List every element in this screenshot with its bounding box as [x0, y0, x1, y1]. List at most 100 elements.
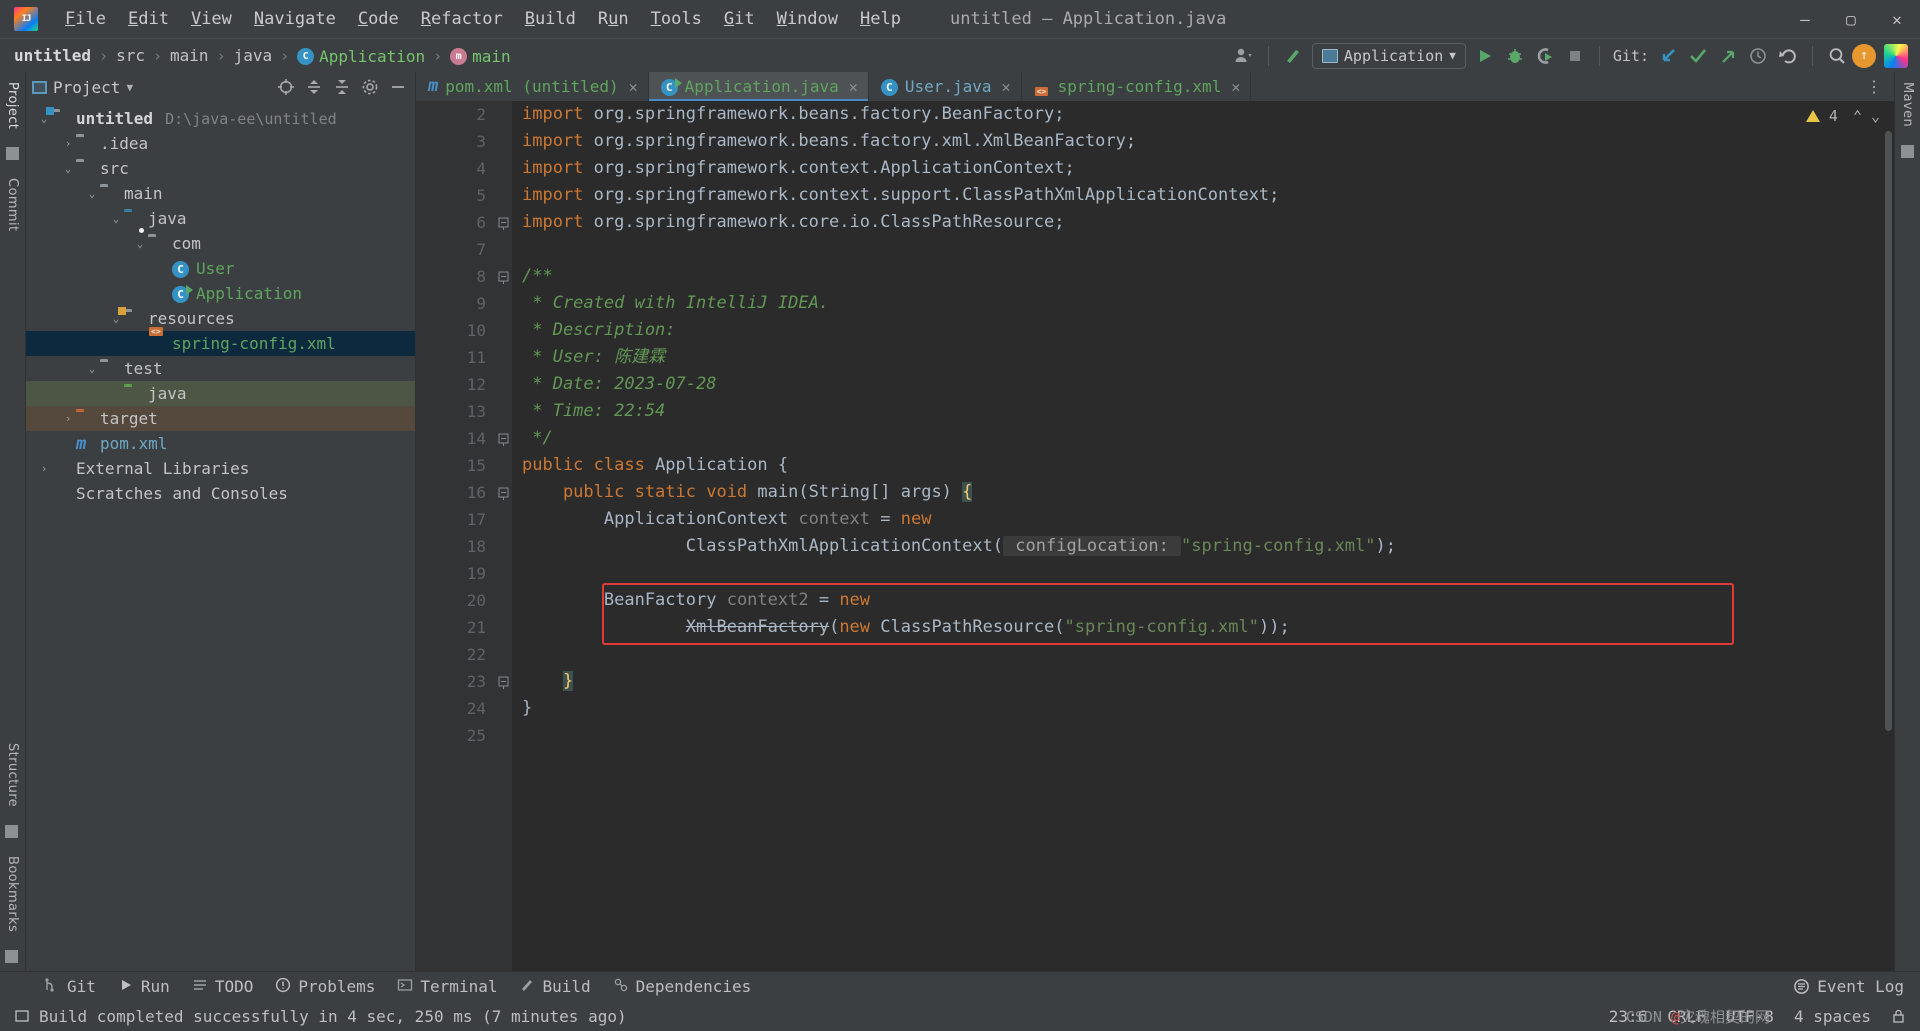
- code-line[interactable]: XmlBeanFactory(new ClassPathResource("sp…: [512, 614, 1894, 641]
- maximize-button[interactable]: ▢: [1828, 0, 1874, 38]
- tree-node-resources[interactable]: ⌄ resources: [26, 306, 415, 331]
- editor-vertical-scrollbar[interactable]: [1883, 101, 1894, 971]
- build-icon[interactable]: [1278, 43, 1308, 69]
- ide-avatar-icon[interactable]: [1884, 43, 1908, 68]
- menu-item-refactor[interactable]: Refactor: [410, 5, 514, 33]
- code-line[interactable]: import org.springframework.context.Appli…: [512, 155, 1894, 182]
- code-line[interactable]: * Created with IntelliJ IDEA.: [512, 290, 1894, 317]
- chevron-down-icon[interactable]: ▼: [126, 81, 133, 94]
- select-opened-file-icon[interactable]: [275, 76, 297, 98]
- tree-node-user[interactable]: C User: [26, 256, 415, 281]
- menu-item-tools[interactable]: Tools: [640, 5, 713, 33]
- code-line[interactable]: * Time: 22:54: [512, 398, 1894, 425]
- editor-tabs-options-icon[interactable]: ⋮: [1854, 72, 1894, 101]
- code-line[interactable]: }: [512, 695, 1894, 722]
- code-line[interactable]: * Date: 2023-07-28: [512, 371, 1894, 398]
- chevron-down-icon[interactable]: ⌄: [60, 162, 76, 175]
- debug-icon[interactable]: [1500, 43, 1530, 69]
- tool-window-button-git[interactable]: Git: [34, 974, 106, 1000]
- search-icon[interactable]: [1822, 43, 1852, 69]
- tool-window-button-dependencies[interactable]: Dependencies: [603, 974, 762, 1000]
- code-line[interactable]: import org.springframework.beans.factory…: [512, 128, 1894, 155]
- code-line[interactable]: [512, 722, 1894, 749]
- code-line[interactable]: ClassPathXmlApplicationContext( configLo…: [512, 533, 1894, 560]
- code-line[interactable]: BeanFactory context2 = new: [512, 587, 1894, 614]
- indent-size[interactable]: 4 spaces: [1794, 1007, 1871, 1026]
- breadcrumb-item-src[interactable]: src: [116, 46, 145, 65]
- git-push-icon[interactable]: [1713, 43, 1743, 69]
- expand-all-icon[interactable]: [303, 76, 325, 98]
- tree-node--idea[interactable]: › .idea: [26, 131, 415, 156]
- chevron-right-icon[interactable]: ›: [60, 412, 76, 425]
- run-icon[interactable]: [1470, 43, 1500, 69]
- breadcrumb-item-main[interactable]: main: [170, 46, 209, 65]
- rail-item-structure[interactable]: Structure: [5, 733, 20, 817]
- chevron-down-icon[interactable]: ⌄: [84, 187, 100, 200]
- tool-window-button-terminal[interactable]: Terminal: [387, 974, 507, 1000]
- rollback-icon[interactable]: [1773, 43, 1803, 69]
- tree-node-spring-config-xml[interactable]: <> spring-config.xml: [26, 327, 415, 356]
- history-icon[interactable]: [1743, 43, 1773, 69]
- code-line[interactable]: ApplicationContext context = new: [512, 506, 1894, 533]
- fold-toggle-icon[interactable]: [497, 487, 509, 500]
- code-line[interactable]: [512, 236, 1894, 263]
- tree-node-scratches-and-consoles[interactable]: Scratches and Consoles: [26, 481, 415, 506]
- code-line[interactable]: * Description:: [512, 317, 1894, 344]
- run-configuration-selector[interactable]: Application ▼: [1311, 42, 1466, 69]
- tree-node-external-libraries[interactable]: › External Libraries: [26, 456, 415, 481]
- code-line[interactable]: [512, 641, 1894, 668]
- breadcrumb-item-untitled[interactable]: untitled: [14, 46, 91, 65]
- menu-item-git[interactable]: Git: [713, 5, 766, 33]
- close-tab-icon[interactable]: ✕: [1231, 78, 1240, 96]
- inspection-widget[interactable]: 4 ⌃ ⌄: [1805, 107, 1880, 125]
- editor-tab-spring-config-xml[interactable]: <> spring-config.xml ✕: [1022, 72, 1252, 101]
- code-line[interactable]: import org.springframework.context.suppo…: [512, 182, 1894, 209]
- menu-item-view[interactable]: View: [180, 5, 243, 33]
- tree-node-test[interactable]: ⌄ test: [26, 356, 415, 381]
- menu-item-help[interactable]: Help: [849, 5, 912, 33]
- chevron-right-icon[interactable]: ›: [36, 462, 52, 475]
- breadcrumb-item-main[interactable]: m main: [450, 45, 511, 66]
- collapse-all-icon[interactable]: [331, 76, 353, 98]
- editor-tab-application-java[interactable]: C Application.java ✕: [648, 72, 869, 101]
- tool-window-button-run[interactable]: Run: [108, 974, 180, 1000]
- close-tab-icon[interactable]: ✕: [629, 78, 638, 96]
- next-problem-icon[interactable]: ⌄: [1871, 107, 1880, 125]
- tree-node-untitled[interactable]: ⌄ untitled D:\java-ee\untitled: [26, 106, 415, 131]
- menu-item-code[interactable]: Code: [347, 5, 410, 33]
- tree-node-com[interactable]: ⌄ com: [26, 228, 415, 256]
- menu-item-navigate[interactable]: Navigate: [243, 5, 347, 33]
- tool-window-button-todo[interactable]: TODO: [182, 974, 264, 1000]
- chevron-down-icon[interactable]: ⌄: [108, 212, 124, 225]
- tool-window-button-build[interactable]: Build: [509, 974, 600, 1000]
- git-update-icon[interactable]: [1653, 43, 1683, 69]
- git-commit-icon[interactable]: [1683, 43, 1713, 69]
- run-with-coverage-icon[interactable]: [1530, 43, 1560, 69]
- code-folding-column[interactable]: [494, 101, 512, 971]
- fold-toggle-icon[interactable]: [497, 271, 509, 284]
- chevron-down-icon[interactable]: ⌄: [132, 237, 148, 250]
- code-line[interactable]: * User: 陈建霖: [512, 344, 1894, 371]
- fold-toggle-icon[interactable]: [497, 433, 509, 446]
- rail-item-bookmarks[interactable]: Bookmarks: [5, 846, 20, 942]
- updates-badge[interactable]: ↑: [1852, 43, 1876, 68]
- tree-node-java[interactable]: ⌄ java: [26, 206, 415, 231]
- breadcrumb-item-java[interactable]: java: [234, 46, 273, 65]
- code-line[interactable]: import org.springframework.core.io.Class…: [512, 209, 1894, 236]
- close-tab-icon[interactable]: ✕: [849, 78, 858, 96]
- tree-node-pom-xml[interactable]: m pom.xml: [26, 431, 415, 456]
- editor-tab-pom-xml-untitled-[interactable]: m pom.xml (untitled) ✕: [416, 72, 649, 101]
- editor-tab-user-java[interactable]: C User.java ✕: [869, 72, 1022, 101]
- menu-item-file[interactable]: File: [54, 5, 117, 33]
- code-text-area[interactable]: import org.springframework.beans.factory…: [512, 101, 1894, 971]
- lock-icon[interactable]: [1891, 1008, 1906, 1024]
- tool-window-button-problems[interactable]: Problems: [265, 974, 385, 1000]
- tree-node-application[interactable]: C Application: [26, 281, 415, 306]
- menu-item-window[interactable]: Window: [766, 5, 849, 33]
- code-line[interactable]: */: [512, 425, 1894, 452]
- menu-item-run[interactable]: Run: [587, 5, 640, 33]
- chevron-right-icon[interactable]: ›: [60, 137, 76, 150]
- code-line[interactable]: [512, 560, 1894, 587]
- code-line[interactable]: import org.springframework.beans.factory…: [512, 101, 1894, 128]
- fold-toggle-icon[interactable]: [497, 217, 509, 230]
